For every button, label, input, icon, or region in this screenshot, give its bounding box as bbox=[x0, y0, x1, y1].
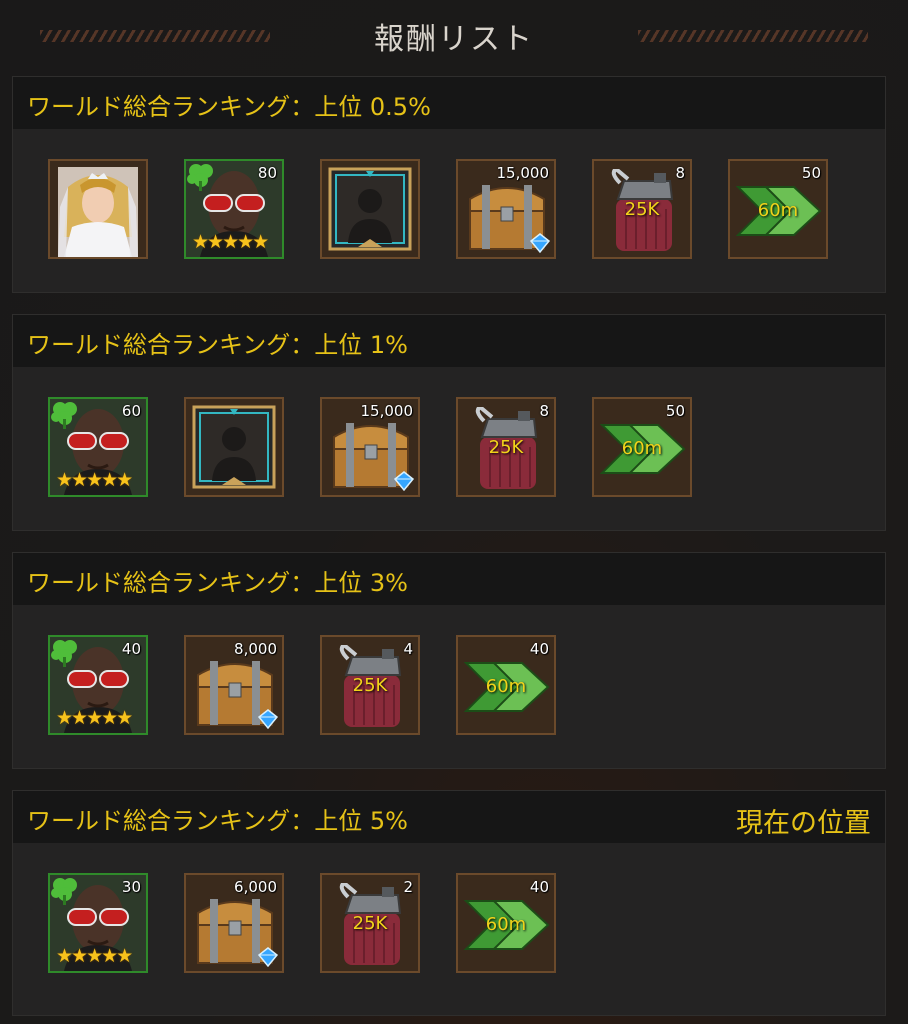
item-quantity: 50 bbox=[665, 402, 685, 420]
star-rating: ★★★★★ bbox=[56, 707, 133, 729]
section-title: ワールド総合ランキング：上位 1% bbox=[27, 331, 408, 359]
reward-item-fuel[interactable]: 25K 4 bbox=[320, 635, 420, 735]
section-header: ワールド総合ランキング：上位 3% bbox=[13, 553, 885, 605]
speedup-duration-label: 60m bbox=[485, 676, 527, 697]
bride-portrait-icon bbox=[58, 167, 138, 257]
reward-section-2: ワールド総合ランキング：上位 3% ★★★★★ 40 8,000 25K 4 60m 40 bbox=[12, 552, 886, 769]
reward-item-fuel[interactable]: 25K 8 bbox=[456, 397, 556, 497]
reward-item-hero[interactable]: ★★★★★ 60 bbox=[48, 397, 148, 497]
title-bar: 報酬リスト bbox=[0, 0, 908, 70]
reward-item-speedup[interactable]: 60m 40 bbox=[456, 873, 556, 973]
star-rating: ★★★★★ bbox=[56, 469, 133, 491]
fuel-amount-label: 25K bbox=[352, 675, 388, 696]
section-title: ワールド総合ランキング：上位 3% bbox=[27, 569, 408, 597]
reward-item-hero[interactable]: ★★★★★ 80 bbox=[184, 159, 284, 259]
fuel-amount-label: 25K bbox=[488, 437, 524, 458]
reward-item-portrait[interactable] bbox=[48, 159, 148, 259]
item-quantity: 40 bbox=[121, 640, 141, 658]
section-header: ワールド総合ランキング：上位 0.5% bbox=[13, 77, 885, 129]
clover-badge-icon bbox=[51, 878, 77, 905]
section-title: ワールド総合ランキング：上位 5% bbox=[27, 807, 408, 835]
item-quantity: 50 bbox=[801, 164, 821, 182]
reward-item-frame[interactable] bbox=[184, 397, 284, 497]
reward-section-1: ワールド総合ランキング：上位 1% ★★★★★ 60 15,000 25K 8 60m 50 bbox=[12, 314, 886, 531]
item-quantity: 15,000 bbox=[496, 164, 550, 182]
current-position-label: 現在の位置 bbox=[736, 808, 871, 839]
star-rating: ★★★★★ bbox=[192, 231, 269, 253]
title-stripe-right bbox=[638, 30, 868, 42]
clover-badge-icon bbox=[51, 640, 77, 667]
clover-badge-icon bbox=[187, 164, 213, 191]
section-header: ワールド総合ランキング：上位 5% 現在の位置 bbox=[13, 791, 885, 843]
reward-item-hero[interactable]: ★★★★★ 40 bbox=[48, 635, 148, 735]
reward-item-frame[interactable] bbox=[320, 159, 420, 259]
item-quantity: 4 bbox=[403, 640, 413, 658]
section-header: ワールド総合ランキング：上位 1% bbox=[13, 315, 885, 367]
reward-item-chest[interactable]: 15,000 bbox=[320, 397, 420, 497]
speedup-duration-label: 60m bbox=[485, 914, 527, 935]
diamond-icon bbox=[258, 709, 278, 729]
reward-section-0: ワールド総合ランキング：上位 0.5% ★★★★★ 80 15,000 25K 8 60m… bbox=[12, 76, 886, 293]
reward-item-speedup[interactable]: 60m 50 bbox=[592, 397, 692, 497]
avatar-frame-icon bbox=[192, 405, 276, 489]
item-quantity: 8,000 bbox=[234, 640, 277, 658]
diamond-icon bbox=[394, 471, 414, 491]
reward-section-3: ワールド総合ランキング：上位 5% 現在の位置 ★★★★★ 30 6,000 25K 2… bbox=[12, 790, 886, 1016]
reward-item-fuel[interactable]: 25K 8 bbox=[592, 159, 692, 259]
speedup-duration-label: 60m bbox=[621, 438, 663, 459]
diamond-icon bbox=[530, 233, 550, 253]
item-quantity: 2 bbox=[403, 878, 413, 896]
item-quantity: 80 bbox=[257, 164, 277, 182]
item-quantity: 30 bbox=[121, 878, 141, 896]
item-quantity: 6,000 bbox=[234, 878, 277, 896]
avatar-frame-icon bbox=[328, 167, 412, 251]
speedup-duration-label: 60m bbox=[757, 200, 799, 221]
reward-item-hero[interactable]: ★★★★★ 30 bbox=[48, 873, 148, 973]
item-quantity: 8 bbox=[675, 164, 685, 182]
reward-item-speedup[interactable]: 60m 40 bbox=[456, 635, 556, 735]
reward-item-speedup[interactable]: 60m 50 bbox=[728, 159, 828, 259]
item-quantity: 60 bbox=[121, 402, 141, 420]
reward-item-chest[interactable]: 8,000 bbox=[184, 635, 284, 735]
item-quantity: 8 bbox=[539, 402, 549, 420]
clover-badge-icon bbox=[51, 402, 77, 429]
section-title: ワールド総合ランキング：上位 0.5% bbox=[27, 93, 431, 121]
fuel-amount-label: 25K bbox=[624, 199, 660, 220]
item-quantity: 40 bbox=[529, 878, 549, 896]
reward-item-chest[interactable]: 15,000 bbox=[456, 159, 556, 259]
reward-item-fuel[interactable]: 25K 2 bbox=[320, 873, 420, 973]
item-quantity: 40 bbox=[529, 640, 549, 658]
reward-item-chest[interactable]: 6,000 bbox=[184, 873, 284, 973]
diamond-icon bbox=[258, 947, 278, 967]
fuel-amount-label: 25K bbox=[352, 913, 388, 934]
item-quantity: 15,000 bbox=[360, 402, 414, 420]
star-rating: ★★★★★ bbox=[56, 945, 133, 967]
